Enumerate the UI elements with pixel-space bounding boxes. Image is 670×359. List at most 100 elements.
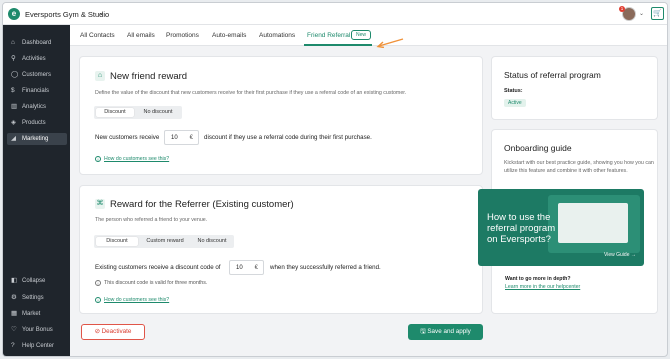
help-link[interactable]: How do customers see this? — [104, 297, 169, 303]
sidebar-item-marketing[interactable]: ◢ Marketing — [7, 133, 67, 145]
active-tab-indicator — [304, 44, 372, 46]
sidebar-item-collapse[interactable]: ◧ Collapse — [7, 275, 67, 287]
sidebar-item-your-bonus[interactable]: ♡ Your Bonus — [7, 324, 67, 336]
sidebar: ⌂ Dashboard ⚲ Activities ◯ Customers $ Finan… — [3, 25, 70, 356]
discount-amount-value: 10 — [171, 135, 178, 141]
discount-amount-input[interactable]: 10 € — [164, 130, 199, 145]
status-badge: Active — [504, 99, 526, 107]
tag-icon: ◈ — [11, 119, 16, 126]
collapse-icon: ◧ — [11, 277, 18, 284]
sidebar-item-products[interactable]: ◈ Products — [7, 117, 67, 129]
user-icon: ◯ — [11, 71, 19, 78]
home-icon: ⌂ — [11, 39, 15, 46]
tab-all-contacts[interactable]: All Contacts — [80, 32, 115, 39]
tab-automations[interactable]: Automations — [259, 32, 295, 39]
top-bar: e Eversports Gym & Studio ⌄ 1 ⌄ 🛒 — [3, 3, 667, 25]
reward-type-toggle: Discount No discount — [94, 106, 182, 119]
app-window: e Eversports Gym & Studio ⌄ 1 ⌄ 🛒 ⌂ Dashb… — [2, 2, 668, 357]
tab-friend-referral[interactable]: Friend Referral — [307, 32, 350, 39]
tab-bar: All Contacts All emails Promotions Auto-… — [70, 25, 667, 48]
sidebar-item-label: Your Bonus — [22, 327, 53, 333]
new-friend-reward-card: ⌂ New friend reward Define the value of … — [79, 56, 483, 175]
activity-icon: ⚲ — [11, 55, 16, 62]
referrer-reward-card: ⌘ Reward for the Referrer (Existing cust… — [79, 185, 483, 314]
heart-icon: ♡ — [11, 326, 17, 333]
option-discount[interactable]: Discount — [96, 237, 138, 246]
annotation-arrow-icon — [376, 38, 404, 48]
card-title: New friend reward — [110, 71, 188, 82]
chart-icon: ▥ — [11, 103, 18, 110]
sidebar-item-activities[interactable]: ⚲ Activities — [7, 53, 67, 65]
view-guide-link[interactable]: View Guide → — [604, 252, 636, 258]
currency-unit: € — [254, 265, 258, 271]
option-discount[interactable]: Discount — [96, 108, 134, 117]
gift-icon: ⌂ — [95, 71, 105, 81]
sidebar-item-financials[interactable]: $ Financials — [7, 85, 67, 97]
sidebar-item-label: Market — [22, 311, 41, 317]
sidebar-item-help-center[interactable]: ? Help Center — [7, 340, 67, 352]
new-badge: New — [351, 30, 372, 40]
discount-amount-input[interactable]: 10 € — [229, 260, 264, 275]
sidebar-item-label: Products — [22, 120, 46, 126]
card-description: Define the value of the discount that ne… — [95, 90, 407, 96]
currency-unit: € — [189, 135, 193, 141]
guide-promo-banner[interactable]: How to use the referral program on Evers… — [478, 189, 644, 266]
save-label: Save and apply — [427, 328, 471, 335]
sidebar-item-market[interactable]: ▦ Market — [7, 308, 67, 320]
money-icon: $ — [11, 87, 15, 94]
reward-line-suffix: discount if they use a referral code dur… — [204, 134, 372, 141]
option-no-discount[interactable]: No discount — [136, 108, 180, 117]
tab-auto-emails[interactable]: Auto-emails — [212, 32, 246, 39]
store-icon: ▦ — [11, 310, 18, 317]
sidebar-item-label: Analytics — [22, 104, 47, 110]
sidebar-item-label: Financials — [22, 88, 50, 94]
referrer-icon: ⌘ — [95, 199, 105, 209]
status-label: Status: — [504, 88, 523, 94]
cart-icon[interactable]: 🛒 — [651, 7, 664, 20]
status-title: Status of referral program — [504, 70, 601, 80]
want-more-heading: Want to go more in depth? — [505, 276, 571, 282]
save-and-apply-button[interactable]: 🖫 Save and apply — [408, 324, 483, 340]
sidebar-item-analytics[interactable]: ▥ Analytics — [7, 101, 67, 113]
discount-amount-value: 10 — [236, 265, 243, 271]
validity-note: This discount code is valid for three mo… — [104, 280, 208, 286]
eversports-logo-icon[interactable]: e — [8, 8, 20, 20]
promo-title: How to use the referral program on Evers… — [487, 212, 556, 245]
sidebar-item-dashboard[interactable]: ⌂ Dashboard — [7, 37, 67, 49]
megaphone-icon: ◢ — [11, 135, 16, 142]
option-custom-reward[interactable]: Custom reward — [140, 237, 190, 246]
sidebar-item-label: Collapse — [22, 278, 46, 284]
gear-icon: ⚙ — [11, 294, 17, 301]
chevron-down-icon[interactable]: ⌄ — [98, 8, 105, 17]
reward-type-toggle: Discount Custom reward No discount — [94, 235, 234, 248]
onboarding-title: Onboarding guide — [504, 143, 572, 153]
sidebar-item-label: Dashboard — [22, 40, 52, 46]
card-title: Reward for the Referrer (Existing custom… — [110, 199, 294, 210]
status-card: Status of referral program Status: Activ… — [491, 56, 658, 120]
sidebar-item-label: Activities — [22, 56, 46, 62]
sidebar-item-label: Customers — [22, 72, 52, 78]
info-icon: i — [95, 280, 101, 286]
reward-line-prefix: Existing customers receive a discount co… — [95, 264, 221, 271]
reward-line-suffix: when they successfully referred a friend… — [270, 264, 381, 271]
deactivate-label: Deactivate — [101, 328, 132, 335]
studio-name[interactable]: Eversports Gym & Studio — [25, 10, 109, 19]
sidebar-item-customers[interactable]: ◯ Customers — [7, 69, 67, 81]
sidebar-item-settings[interactable]: ⚙ Settings — [7, 292, 67, 304]
help-link[interactable]: How do customers see this? — [104, 156, 169, 162]
option-no-discount[interactable]: No discount — [192, 237, 232, 246]
notification-badge: 1 — [619, 6, 625, 12]
help-icon: ? — [11, 342, 15, 349]
helpcenter-link[interactable]: Learn more in the our helpcenter — [505, 284, 580, 290]
tab-promotions[interactable]: Promotions — [166, 32, 199, 39]
sidebar-item-label: Help Center — [22, 343, 55, 349]
card-description: The person who referred a friend to your… — [95, 217, 208, 223]
sidebar-item-label: Marketing — [22, 136, 49, 142]
chevron-down-icon[interactable]: ⌄ — [639, 10, 644, 17]
info-icon: i — [95, 156, 101, 162]
info-icon: i — [95, 297, 101, 303]
reward-line-prefix: New customers receive — [95, 134, 160, 141]
deactivate-button[interactable]: ⊘ Deactivate — [81, 324, 145, 340]
sidebar-item-label: Settings — [22, 295, 44, 301]
tab-all-emails[interactable]: All emails — [127, 32, 155, 39]
